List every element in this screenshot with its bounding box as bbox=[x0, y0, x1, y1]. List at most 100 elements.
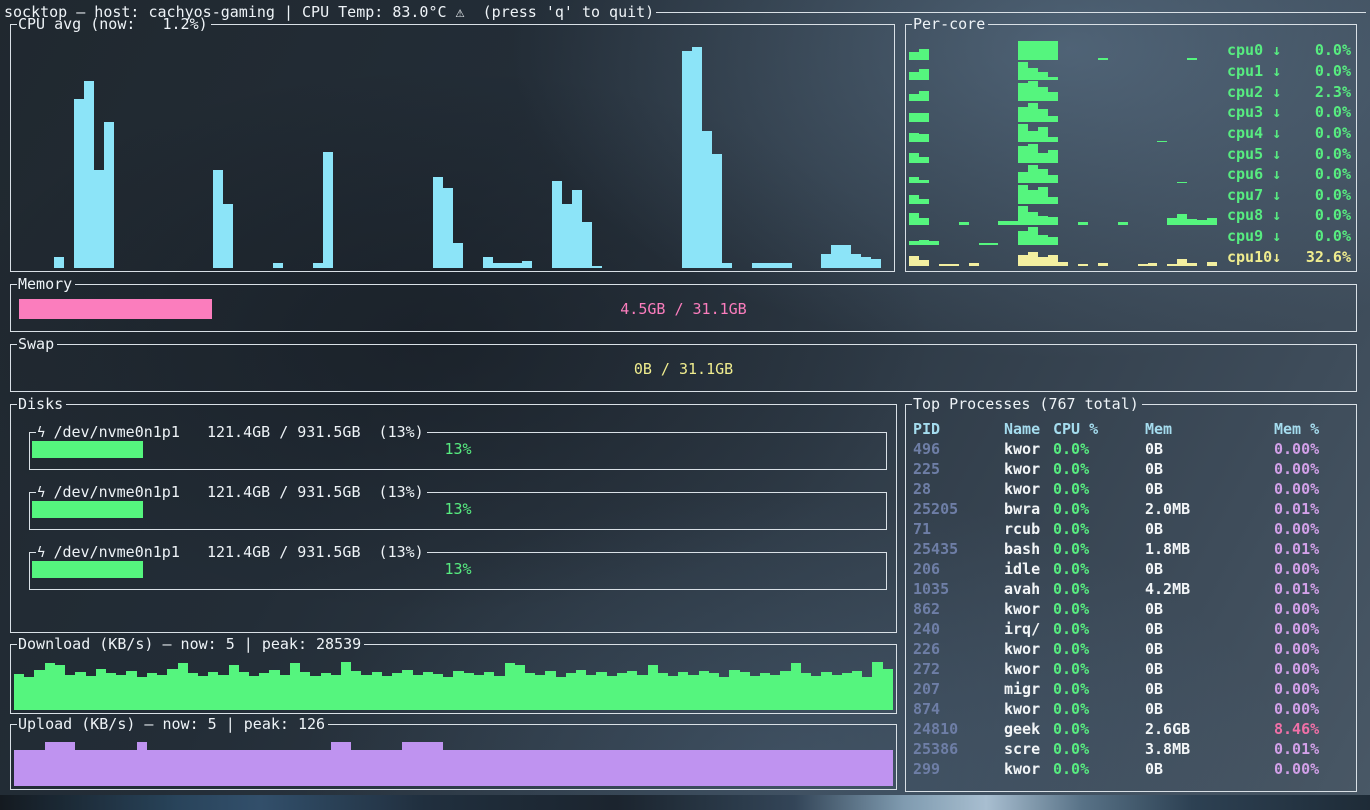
process-row: 206idle0.0%0B0.00% bbox=[906, 559, 1356, 579]
cpu-avg-panel: CPU avg (now: 1.2%) bbox=[10, 24, 895, 272]
process-mem-pct: 0.01% bbox=[1274, 579, 1356, 599]
chart-bar bbox=[576, 670, 586, 710]
chart-bar bbox=[443, 677, 453, 710]
chart-bar bbox=[239, 672, 249, 710]
memory-gauge: 4.5GB / 31.1GB bbox=[19, 299, 1348, 319]
process-name: kwor bbox=[1004, 459, 1053, 479]
chart-bar bbox=[1028, 227, 1038, 246]
chart-bar bbox=[34, 670, 44, 710]
chart-bar bbox=[413, 675, 423, 710]
process-cpu-pct: 0.0% bbox=[1053, 739, 1145, 759]
disk-entry-border: ϟ/dev/nvme0n1p1 121.4GB / 931.5GB (13%) bbox=[30, 482, 886, 502]
process-cpu-pct: 0.0% bbox=[1053, 579, 1145, 599]
chart-bar bbox=[939, 264, 949, 266]
process-mem-pct: 0.00% bbox=[1274, 439, 1356, 459]
chart-bar bbox=[402, 670, 412, 710]
disk-gauge: 13% bbox=[32, 501, 884, 518]
process-row: 25386scre0.0%3.8MB0.01% bbox=[906, 739, 1356, 759]
chart-bar bbox=[474, 750, 484, 786]
disk-entry-text: /dev/nvme0n1p1 121.4GB / 931.5GB (13%) bbox=[53, 423, 423, 441]
chart-bar bbox=[692, 47, 702, 268]
per-core-name: cpu7 ↓ bbox=[1227, 186, 1281, 204]
chart-bar bbox=[556, 677, 566, 710]
chart-bar bbox=[1177, 214, 1187, 225]
download-title: Download (KB/s) — now: 5 | peak: 28539 bbox=[17, 635, 364, 653]
chart-bar bbox=[658, 750, 668, 786]
chart-bar bbox=[24, 677, 34, 710]
process-row: 24810geek0.0%2.6GB8.46% bbox=[906, 719, 1356, 739]
disk-entry-title: ϟ/dev/nvme0n1p1 121.4GB / 931.5GB (13%) bbox=[36, 483, 427, 501]
terminal-window[interactable]: socktop — host: cachyos-gaming | CPU Tem… bbox=[0, 0, 1370, 810]
process-cpu-pct: 0.0% bbox=[1053, 719, 1145, 739]
chart-bar bbox=[929, 241, 939, 246]
chart-bar bbox=[126, 750, 136, 786]
process-row: 225kwor0.0%0B0.00% bbox=[906, 459, 1356, 479]
chart-bar bbox=[493, 263, 503, 268]
chart-bar bbox=[909, 213, 919, 225]
chart-bar bbox=[167, 669, 177, 710]
chart-bar bbox=[1028, 68, 1038, 81]
chart-bar bbox=[841, 245, 851, 268]
process-mem-pct: 0.01% bbox=[1274, 499, 1356, 519]
chart-bar bbox=[566, 750, 576, 786]
top-processes-panel-border: Top Processes (767 total) bbox=[906, 394, 1356, 414]
chart-bar bbox=[178, 663, 188, 710]
chart-bar bbox=[505, 750, 515, 786]
chart-bar bbox=[596, 672, 606, 710]
chart-bar bbox=[1018, 231, 1028, 246]
per-core-label: cpu5 ↓0.0% bbox=[1227, 143, 1351, 164]
chart-bar bbox=[556, 750, 566, 786]
chart-bar bbox=[1098, 58, 1108, 60]
chart-bar bbox=[1028, 252, 1038, 266]
chart-bar bbox=[1018, 83, 1028, 101]
chart-bar bbox=[1048, 217, 1058, 225]
chart-bar bbox=[719, 677, 729, 710]
chart-bar bbox=[1157, 141, 1167, 143]
process-row: 862kwor0.0%0B0.00% bbox=[906, 599, 1356, 619]
process-mem-pct: 8.46% bbox=[1274, 719, 1356, 739]
chart-bar bbox=[218, 750, 228, 786]
chart-bar bbox=[909, 113, 919, 122]
chart-bar bbox=[1207, 218, 1217, 225]
chart-bar bbox=[1048, 237, 1058, 246]
chart-bar bbox=[1018, 124, 1028, 143]
chart-bar bbox=[361, 750, 371, 786]
chart-bar bbox=[433, 742, 443, 786]
chart-bar bbox=[372, 750, 382, 786]
chart-bar bbox=[909, 72, 919, 80]
process-cpu-pct: 0.0% bbox=[1053, 459, 1145, 479]
chart-bar bbox=[552, 181, 562, 268]
process-table-header: PID Name CPU % Mem Mem % bbox=[906, 419, 1356, 439]
chart-bar bbox=[55, 742, 65, 786]
chart-bar bbox=[1038, 235, 1048, 246]
chart-bar bbox=[862, 750, 872, 786]
chart-bar bbox=[273, 263, 283, 268]
chart-bar bbox=[545, 750, 555, 786]
process-row: 1035avah0.0%4.2MB0.01% bbox=[906, 579, 1356, 599]
chart-bar bbox=[637, 675, 647, 710]
chart-bar bbox=[780, 671, 790, 710]
chart-bar bbox=[65, 742, 75, 786]
per-core-panel: Per-core cpu0 ↓0.0%cpu1 ↓0.0%cpu2 ↓2.3%c… bbox=[905, 24, 1357, 272]
chart-bar bbox=[688, 750, 698, 786]
process-mem-pct: 0.00% bbox=[1274, 619, 1356, 639]
process-pid: 226 bbox=[913, 639, 1004, 659]
chart-bar bbox=[668, 676, 678, 710]
chart-bar bbox=[909, 195, 919, 204]
col-header-mem: Mem bbox=[1145, 419, 1274, 439]
chart-bar bbox=[909, 94, 919, 101]
per-core-rows: cpu0 ↓0.0%cpu1 ↓0.0%cpu2 ↓2.3%cpu3 ↓0.0%… bbox=[909, 40, 1351, 267]
per-core-row: cpu4 ↓0.0% bbox=[909, 123, 1351, 144]
process-mem-pct: 0.01% bbox=[1274, 739, 1356, 759]
chart-bar bbox=[1138, 264, 1148, 266]
lightning-icon: ϟ bbox=[37, 425, 53, 441]
process-mem: 0B bbox=[1145, 679, 1274, 699]
chart-bar bbox=[1078, 222, 1088, 224]
per-core-name: cpu5 ↓ bbox=[1227, 145, 1281, 163]
per-core-name: cpu3 ↓ bbox=[1227, 103, 1281, 121]
lightning-icon: ϟ bbox=[37, 545, 53, 561]
chart-bar bbox=[883, 750, 893, 786]
chart-bar bbox=[1048, 92, 1058, 101]
process-pid: 874 bbox=[913, 699, 1004, 719]
per-core-row: cpu6 ↓0.0% bbox=[909, 164, 1351, 185]
